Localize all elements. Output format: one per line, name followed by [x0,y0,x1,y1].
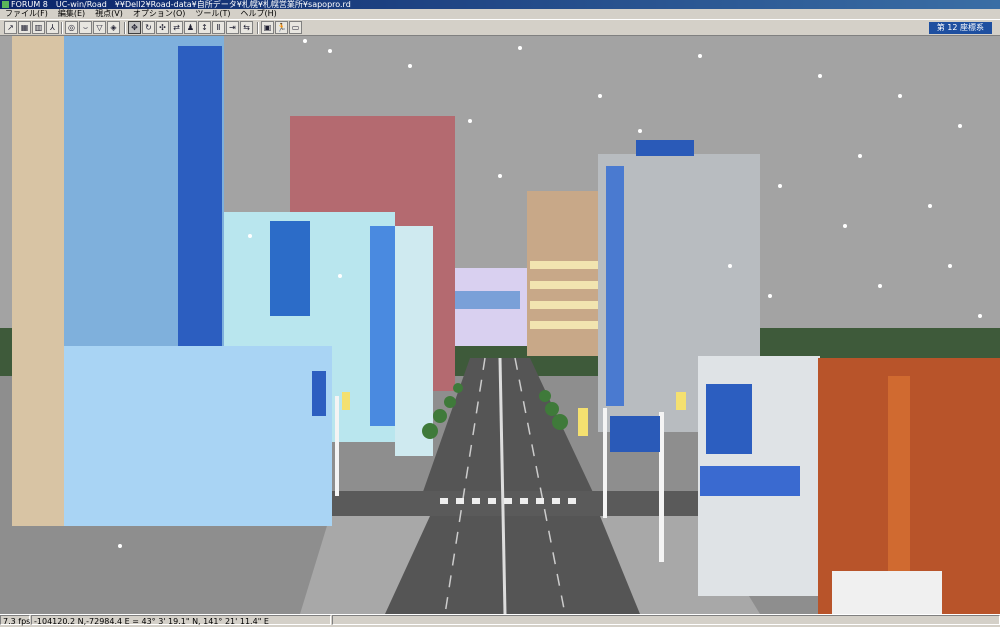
bus-stop [610,416,660,452]
coordinate-readout: -104120.2 N,-72984.4 E = 43° 3' 19.1" N,… [31,615,331,626]
file-path: ¥¥Dell2¥Road-data¥自所データ¥札幌¥札幌営業所¥sapopro… [114,0,351,9]
mid-building-annex [395,226,433,456]
toolbar-separator [124,22,126,34]
status-bar: 7.3 fps -104120.2 N,-72984.4 E = 43° 3' … [0,614,1000,626]
cross-street [330,491,700,516]
road-edit-icon[interactable]: ↗ [4,21,17,34]
mid-building-panel [370,226,398,426]
vehicle-roof [832,571,942,614]
app-name: FORUM 8 [11,0,48,9]
menu-file[interactable]: ファイル(F) [0,9,53,19]
sign-icon[interactable]: ▽ [93,21,106,34]
app-icon [2,1,9,8]
globe-icon[interactable]: ◎ [65,21,78,34]
pause-icon[interactable]: Ⅱ [212,21,225,34]
tall-building-glass [178,46,222,346]
product-name: UC-win/Road [55,0,107,9]
podium-building [64,346,332,526]
grid-icon[interactable]: ▥ [32,21,45,34]
toolbar: ↗ ▦ ▥ ⅄ ◎ ⌣ ▽ ◈ ✥ ↻ ✣ ⇄ ♟ ↕ Ⅱ ⇥ ⇆ ▣ 🏃 ▭ … [0,19,1000,36]
menu-help[interactable]: ヘルプ(H) [236,9,282,19]
rotate-icon[interactable]: ↻ [142,21,155,34]
traffic-signal [676,392,686,410]
traffic-signal [578,408,588,436]
tall-building-tan [12,36,72,526]
drive-icon[interactable]: ⇄ [170,21,183,34]
toolbar-separator [257,22,259,34]
screen-icon[interactable]: ▭ [289,21,302,34]
signal-pole [335,396,339,496]
crosswalk [440,498,576,504]
building-grey-sign [636,140,694,156]
signal-pole [603,408,607,518]
3d-viewport[interactable] [0,36,1000,614]
mid-building-panel [270,221,310,316]
walk-icon[interactable]: ♟ [184,21,197,34]
camera-icon[interactable]: ▣ [261,21,274,34]
near-building-windows [706,384,752,454]
menu-bar: ファイル(F) 編集(E) 視点(V) オプション(O) ツール(T) ヘルプ(H) [0,9,1000,19]
pan-icon[interactable]: ✣ [156,21,169,34]
building-tan [527,191,599,356]
traffic-icon[interactable]: ◈ [107,21,120,34]
coordinate-system-indicator: 第 12 座標系 [928,22,992,34]
title-bar: FORUM 8 UC-win/Road ¥¥Dell2¥Road-data¥自所デー… [0,0,1000,9]
corner-building-column [888,376,910,596]
menu-options[interactable]: オプション(O) [128,9,191,19]
toolbar-separator [61,22,63,34]
menu-tools[interactable]: ツール(T) [190,9,235,19]
boat-icon[interactable]: ⌣ [79,21,92,34]
terrain-icon[interactable]: ▦ [18,21,31,34]
menu-view[interactable]: 視点(V) [90,9,128,19]
traffic-signal [342,392,350,410]
step-icon[interactable]: ⇥ [226,21,239,34]
up-down-icon[interactable]: ↕ [198,21,211,34]
scenario-icon[interactable]: ⇆ [240,21,253,34]
fps-readout: 7.3 fps [0,615,30,626]
menu-edit[interactable]: 編集(E) [53,9,90,19]
runner-icon[interactable]: 🏃 [275,21,288,34]
status-empty-panel [332,615,1000,625]
street-scene [0,36,1000,614]
move-icon[interactable]: ✥ [128,21,141,34]
far-building-windows [455,291,520,309]
person-icon[interactable]: ⅄ [46,21,59,34]
building-grey-windows [606,166,624,406]
podium-window [312,371,326,416]
near-building-stripe [700,466,800,496]
